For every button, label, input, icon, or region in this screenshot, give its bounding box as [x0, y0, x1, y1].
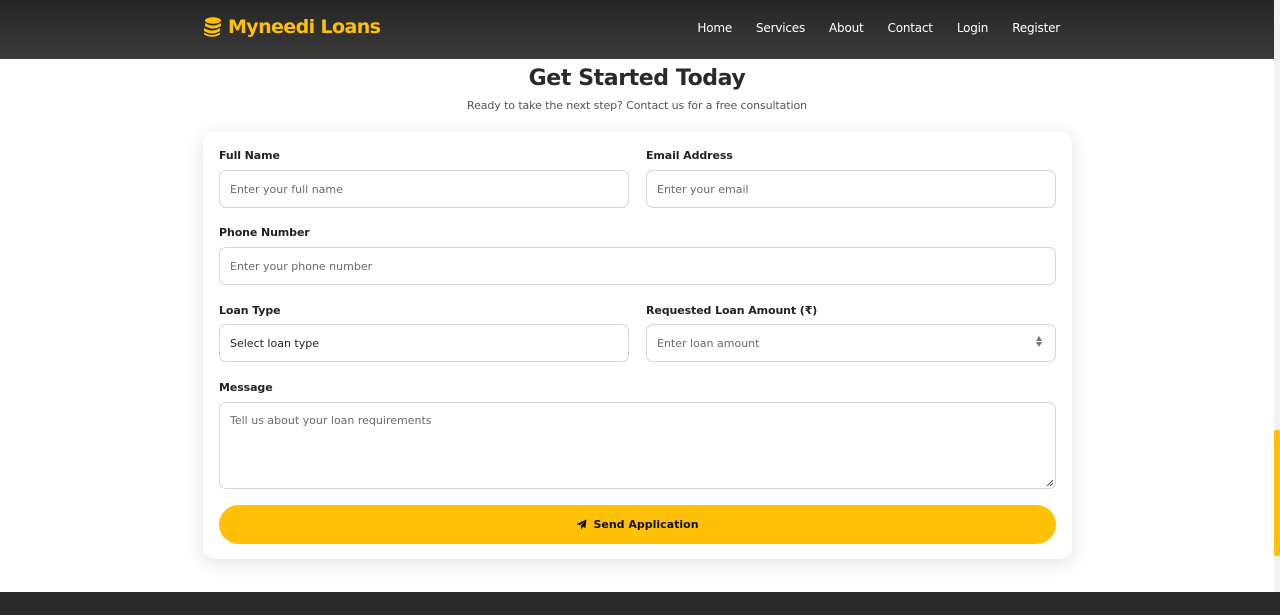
loan-amount-stepper[interactable]: [1036, 336, 1042, 347]
section-subtitle: Ready to take the next step? Contact us …: [467, 99, 807, 112]
resize-handle-icon[interactable]: [1046, 479, 1053, 486]
send-application-button[interactable]: Send Application: [219, 505, 1056, 544]
page-scrollbar-thumb[interactable]: [1274, 430, 1280, 556]
phone-label: Phone Number: [219, 226, 310, 239]
full-name-label: Full Name: [219, 149, 280, 162]
paper-plane-icon: [576, 519, 587, 530]
nav-services[interactable]: Services: [756, 21, 805, 35]
loan-type-select[interactable]: Select loan type: [219, 324, 629, 362]
nav-contact[interactable]: Contact: [888, 21, 933, 35]
loan-type-label: Loan Type: [219, 304, 281, 317]
coins-icon: [204, 17, 221, 37]
message-label: Message: [219, 381, 273, 394]
navbar: Myneedi Loans Home Services About Contac…: [0, 0, 1274, 59]
email-input[interactable]: [646, 170, 1056, 208]
stepper-down-icon[interactable]: [1036, 342, 1042, 347]
full-name-input[interactable]: [219, 170, 629, 208]
loan-type-selected-value: Select loan type: [230, 336, 319, 350]
send-application-label: Send Application: [593, 518, 699, 531]
stepper-up-icon[interactable]: [1036, 336, 1042, 341]
email-label: Email Address: [646, 149, 733, 162]
brand-logo-link[interactable]: Myneedi Loans: [202, 16, 381, 38]
nav-about[interactable]: About: [829, 21, 864, 35]
loan-amount-input[interactable]: [646, 324, 1056, 362]
brand-name: Myneedi Loans: [228, 16, 381, 38]
nav-register[interactable]: Register: [1012, 21, 1060, 35]
loan-amount-label: Requested Loan Amount (₹): [646, 304, 818, 317]
nav-login[interactable]: Login: [957, 21, 989, 35]
message-textarea[interactable]: [219, 402, 1056, 489]
footer: [0, 592, 1280, 615]
section-title: Get Started Today: [528, 66, 746, 91]
phone-input[interactable]: [219, 247, 1056, 285]
nav-home[interactable]: Home: [697, 21, 732, 35]
main-nav: Home Services About Contact Login Regist…: [697, 21, 1060, 35]
